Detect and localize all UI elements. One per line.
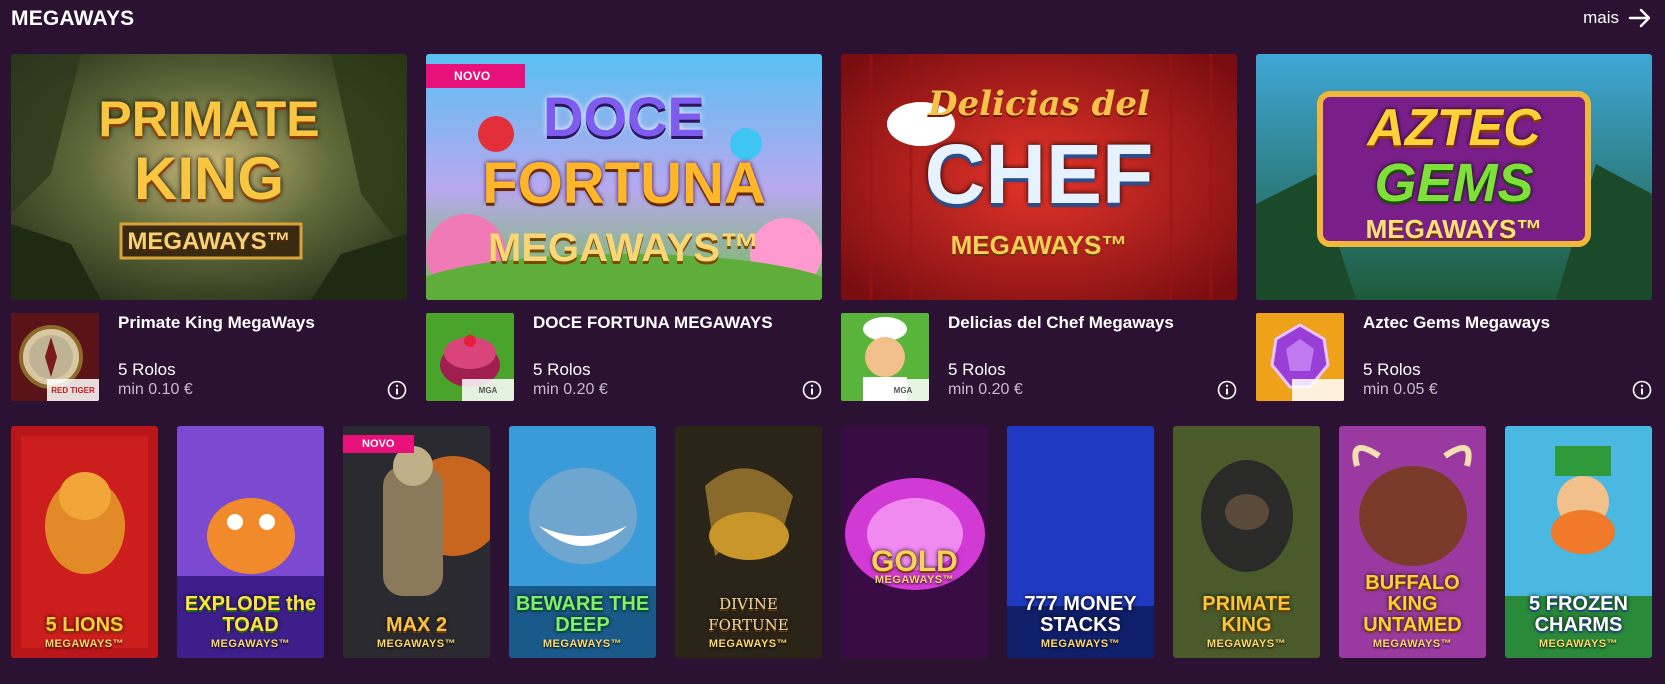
game-tile[interactable]: 5 LIONS MEGAWAYS™ [11, 426, 158, 658]
tile-title: BEWARE THE DEEP [515, 593, 650, 636]
featured-game-card[interactable]: Delicias del CHEF MEGAWAYS™ MGA Delicias… [841, 54, 1237, 404]
provider-logo: MGA [877, 379, 929, 401]
banner-line2: FORTUNA [482, 151, 766, 216]
info-icon[interactable] [1217, 380, 1237, 400]
tile-title: EXPLODE the TOAD [184, 593, 317, 636]
tile-subtitle: MEGAWAYS™ [874, 574, 955, 586]
game-thumbnail[interactable]: RED TIGER [11, 313, 99, 401]
featured-game-card[interactable]: AZTEC GEMS MEGAWAYS™ Aztec Gems Megaways… [1256, 54, 1652, 404]
banner-line2: GEMS [1374, 153, 1534, 213]
tile-title: DIVINE FORTUNE [708, 595, 789, 634]
game-banner[interactable]: AZTEC GEMS MEGAWAYS™ [1256, 54, 1652, 300]
more-link[interactable]: mais [1583, 5, 1653, 31]
game-banner[interactable]: Delicias del CHEF MEGAWAYS™ [841, 54, 1237, 300]
tile-title: PRIMATE KING [1202, 593, 1291, 636]
game-banner[interactable]: PRIMATE KING MEGAWAYS™ [11, 54, 407, 300]
game-reels: 5 Rolos [533, 360, 591, 379]
game-min-bet: min 0.20 € [533, 381, 608, 398]
game-reels: 5 Rolos [1363, 360, 1421, 379]
game-tile[interactable]: BEWARE THE DEEP MEGAWAYS™ [509, 426, 656, 658]
game-name[interactable]: Delicias del Chef Megaways [948, 313, 1174, 333]
game-tile[interactable]: GOLD MEGAWAYS™ [841, 426, 988, 658]
tile-title: GOLD [871, 545, 958, 578]
tile-title: MAX 2 [385, 614, 448, 636]
tile-subtitle: MEGAWAYS™ [44, 638, 125, 650]
game-tile[interactable]: EXPLODE the TOAD MEGAWAYS™ [177, 426, 324, 658]
tile-subtitle: MEGAWAYS™ [1372, 638, 1453, 650]
game-reels: 5 Rolos [118, 360, 176, 379]
game-tile[interactable]: BUFFALO KING UNTAMED MEGAWAYS™ [1339, 426, 1486, 658]
game-min-bet: min 0.10 € [118, 381, 193, 398]
banner-line1: AZTEC [1367, 99, 1541, 157]
new-badge: NOVO [343, 435, 415, 453]
tile-subtitle: MEGAWAYS™ [1040, 638, 1121, 650]
game-thumbnail[interactable] [1256, 313, 1344, 401]
game-min-bet: min 0.20 € [948, 381, 1023, 398]
tile-title: 777 MONEY STACKS [1024, 593, 1137, 636]
game-min-bet: min 0.05 € [1363, 381, 1438, 398]
more-label: mais [1583, 8, 1619, 27]
tile-title: 5 LIONS [45, 614, 124, 636]
game-tile[interactable]: 777 MONEY STACKS MEGAWAYS™ [1007, 426, 1154, 658]
game-name[interactable]: Primate King MegaWays [118, 313, 315, 333]
tile-title: 5 FROZEN CHARMS [1529, 593, 1628, 636]
game-reels: 5 Rolos [948, 360, 1006, 379]
banner-line1: Delicias del [928, 84, 1150, 124]
featured-game-card[interactable]: PRIMATE KING MEGAWAYS™ RED TIGER Primate… [11, 54, 407, 404]
arrow-right-icon [1628, 8, 1651, 28]
tile-subtitle: MEGAWAYS™ [708, 638, 789, 650]
featured-game-card[interactable]: NOVO DOCE FORTUNA MEGAWAYS™ MGA DOCE FOR… [426, 54, 822, 404]
provider-logo: RED TIGER [47, 379, 99, 401]
info-icon[interactable] [387, 380, 407, 400]
tile-title: BUFFALO KING UNTAMED [1363, 572, 1462, 636]
game-name[interactable]: DOCE FORTUNA MEGAWAYS [533, 313, 773, 333]
section-title: MEGAWAYS [11, 7, 135, 30]
featured-games-row: PRIMATE KING MEGAWAYS™ RED TIGER Primate… [11, 54, 1655, 404]
tile-subtitle: MEGAWAYS™ [210, 638, 291, 650]
tile-subtitle: MEGAWAYS™ [376, 638, 457, 650]
game-name[interactable]: Aztec Gems Megaways [1363, 313, 1550, 333]
info-icon[interactable] [802, 380, 822, 400]
provider-logo: MGA [462, 379, 514, 401]
tile-subtitle: MEGAWAYS™ [1538, 638, 1619, 650]
banner-line3: MEGAWAYS™ [950, 230, 1128, 260]
tile-subtitle: MEGAWAYS™ [1206, 638, 1287, 650]
game-banner[interactable]: NOVO DOCE FORTUNA MEGAWAYS™ [426, 54, 822, 300]
tile-art [841, 426, 988, 658]
banner-line3: MEGAWAYS™ [488, 226, 760, 270]
banner-line1: PRIMATE [98, 91, 320, 147]
game-thumbnail[interactable]: MGA [426, 313, 514, 401]
banner-line3: MEGAWAYS™ [1365, 214, 1543, 244]
banner-line2: CHEF [924, 127, 1154, 221]
provider-logo [1292, 379, 1344, 401]
banner-line2: KING [134, 145, 284, 212]
tile-subtitle: MEGAWAYS™ [542, 638, 623, 650]
banner-line1: DOCE [543, 85, 705, 148]
game-tile[interactable]: 5 FROZEN CHARMS MEGAWAYS™ [1505, 426, 1652, 658]
game-tile[interactable]: NOVO MAX 2 MEGAWAYS™ [343, 426, 490, 658]
info-icon[interactable] [1632, 380, 1652, 400]
game-thumbnail[interactable]: MGA [841, 313, 929, 401]
game-tile[interactable]: PRIMATE KING MEGAWAYS™ [1173, 426, 1320, 658]
games-tile-row: 5 LIONS MEGAWAYS™ EXPLODE the TOAD MEGAW… [11, 426, 1655, 658]
game-tile[interactable]: DIVINE FORTUNE MEGAWAYS™ [675, 426, 822, 658]
banner-line3: MEGAWAYS™ [127, 228, 291, 255]
